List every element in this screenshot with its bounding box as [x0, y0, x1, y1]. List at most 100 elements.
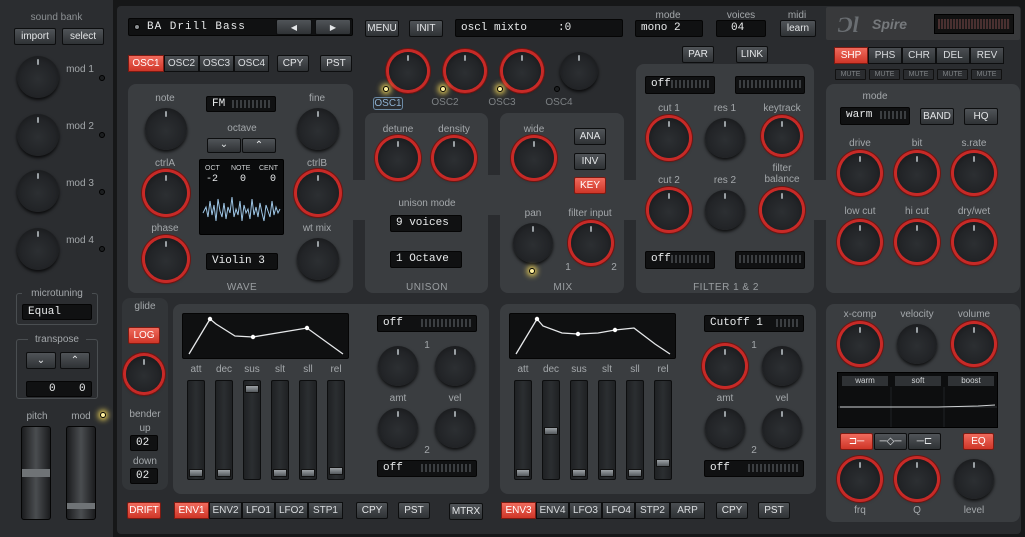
wt-mix-knob[interactable]: [297, 238, 339, 280]
octave-up-button[interactable]: ⌃: [242, 138, 276, 153]
mod3-knob[interactable]: [17, 170, 59, 212]
tab-lfo2[interactable]: LFO2: [275, 502, 308, 519]
preset-next-button[interactable]: ▶: [315, 19, 351, 35]
tab-env2[interactable]: ENV2: [209, 502, 242, 519]
filter1-mode-select[interactable]: [735, 76, 805, 94]
filter-input-knob[interactable]: [571, 223, 611, 263]
velocity-knob[interactable]: [897, 324, 937, 364]
init-button[interactable]: INIT: [409, 20, 443, 37]
midi-learn-button[interactable]: learn: [780, 20, 816, 37]
mode-select[interactable]: mono 2: [635, 20, 703, 37]
tab-fx-shp[interactable]: SHP: [834, 47, 868, 64]
pan-knob[interactable]: [513, 223, 553, 263]
tab-osc2[interactable]: OSC2: [164, 55, 199, 72]
cut1-knob[interactable]: [649, 118, 689, 158]
mute-del-button[interactable]: MUTE: [937, 69, 968, 80]
keytrack-knob[interactable]: [764, 118, 800, 154]
mod1-copy-button[interactable]: CPY: [356, 502, 388, 519]
env1-graph[interactable]: [182, 313, 349, 359]
tab-lfo3[interactable]: LFO3: [569, 502, 602, 519]
filter2-type-select[interactable]: off: [645, 251, 715, 269]
tab-env1[interactable]: ENV1: [174, 502, 209, 519]
tab-lfo1[interactable]: LFO1: [242, 502, 275, 519]
env1-sll-slider[interactable]: [299, 380, 317, 480]
filter2-mode-select[interactable]: [735, 251, 805, 269]
env3-dec-slider[interactable]: [542, 380, 560, 480]
hi-cut-knob[interactable]: [897, 222, 937, 262]
osc4-level-knob[interactable]: [560, 52, 598, 90]
fine-knob[interactable]: [297, 108, 339, 150]
pitch-wheel[interactable]: [21, 426, 51, 520]
tab-arp[interactable]: ARP: [670, 502, 705, 519]
env1-rel-slider[interactable]: [327, 380, 345, 480]
mute-chr-button[interactable]: MUTE: [903, 69, 934, 80]
mod2-copy-button[interactable]: CPY: [716, 502, 748, 519]
mod1-knob[interactable]: [17, 56, 59, 98]
env1-vel1-knob[interactable]: [435, 346, 475, 386]
mod2-paste-button[interactable]: PST: [758, 502, 790, 519]
inv-button[interactable]: INV: [574, 153, 606, 170]
env3-sll-slider[interactable]: [626, 380, 644, 480]
xcomp-knob[interactable]: [840, 324, 880, 364]
tab-fx-rev[interactable]: REV: [970, 47, 1004, 64]
eq-highshelf-button[interactable]: ─⊏: [908, 433, 941, 450]
link-button[interactable]: LINK: [736, 46, 768, 63]
octave-down-button[interactable]: ⌄: [207, 138, 241, 153]
key-button[interactable]: KEY: [574, 177, 606, 194]
osc1-level-knob[interactable]: [389, 52, 427, 90]
tab-osc4[interactable]: OSC4: [234, 55, 269, 72]
glide-log-button[interactable]: LOG: [128, 327, 160, 344]
env1-dest2-select[interactable]: off: [377, 460, 477, 477]
mute-phs-button[interactable]: MUTE: [869, 69, 900, 80]
drive-knob[interactable]: [840, 153, 880, 193]
env1-amt1-knob[interactable]: [378, 346, 418, 386]
volume-knob[interactable]: [954, 324, 994, 364]
filter1-type-select[interactable]: off: [645, 76, 715, 94]
bit-knob[interactable]: [897, 153, 937, 193]
density-knob[interactable]: [434, 138, 474, 178]
env3-dest1-select[interactable]: Cutoff 1: [704, 315, 804, 332]
env3-sus-slider[interactable]: [570, 380, 588, 480]
eq-level-knob[interactable]: [954, 459, 994, 499]
dry-wet-knob[interactable]: [954, 222, 994, 262]
mute-shp-button[interactable]: MUTE: [835, 69, 866, 80]
phase-knob[interactable]: [145, 238, 187, 280]
ctrlb-knob[interactable]: [297, 172, 339, 214]
preset-prev-button[interactable]: ◀: [276, 19, 312, 35]
srate-knob[interactable]: [954, 153, 994, 193]
env1-slt-slider[interactable]: [271, 380, 289, 480]
tab-env3[interactable]: ENV3: [501, 502, 536, 519]
tab-fx-phs[interactable]: PHS: [868, 47, 902, 64]
eq-q-knob[interactable]: [897, 459, 937, 499]
detune-knob[interactable]: [378, 138, 418, 178]
tab-lfo4[interactable]: LFO4: [602, 502, 635, 519]
drift-button[interactable]: DRIFT: [127, 502, 161, 519]
wavetable-select[interactable]: Violin 3: [206, 253, 278, 270]
eq-lowshelf-button[interactable]: ⊐─: [840, 433, 873, 450]
env1-dec-slider[interactable]: [215, 380, 233, 480]
cut2-knob[interactable]: [649, 190, 689, 230]
note-knob[interactable]: [145, 108, 187, 150]
eq-peak-button[interactable]: ─◇─: [874, 433, 907, 450]
unison-voices-select[interactable]: 9 voices: [390, 215, 462, 232]
res2-knob[interactable]: [705, 190, 745, 230]
tab-fx-chr[interactable]: CHR: [902, 47, 936, 64]
matrix-button[interactable]: MTRX: [449, 503, 483, 520]
wide-knob[interactable]: [514, 138, 554, 178]
env3-slt-slider[interactable]: [598, 380, 616, 480]
eq-preset-boost[interactable]: boost: [948, 376, 994, 386]
filter-balance-knob[interactable]: [762, 190, 802, 230]
transpose-up-button[interactable]: ⌃: [60, 352, 90, 369]
env3-amt1-knob[interactable]: [705, 346, 745, 386]
osc-type-select[interactable]: FM: [206, 96, 276, 112]
unison-octave-select[interactable]: 1 Octave: [390, 251, 462, 268]
menu-button[interactable]: MENU: [365, 20, 399, 37]
env1-vel2-knob[interactable]: [435, 408, 475, 448]
mute-rev-button[interactable]: MUTE: [971, 69, 1002, 80]
env3-att-slider[interactable]: [514, 380, 532, 480]
osc-paste-button[interactable]: PST: [320, 55, 352, 72]
osc-copy-button[interactable]: CPY: [277, 55, 309, 72]
microtuning-select[interactable]: Equal: [22, 304, 92, 320]
env3-rel-slider[interactable]: [654, 380, 672, 480]
res1-knob[interactable]: [705, 118, 745, 158]
